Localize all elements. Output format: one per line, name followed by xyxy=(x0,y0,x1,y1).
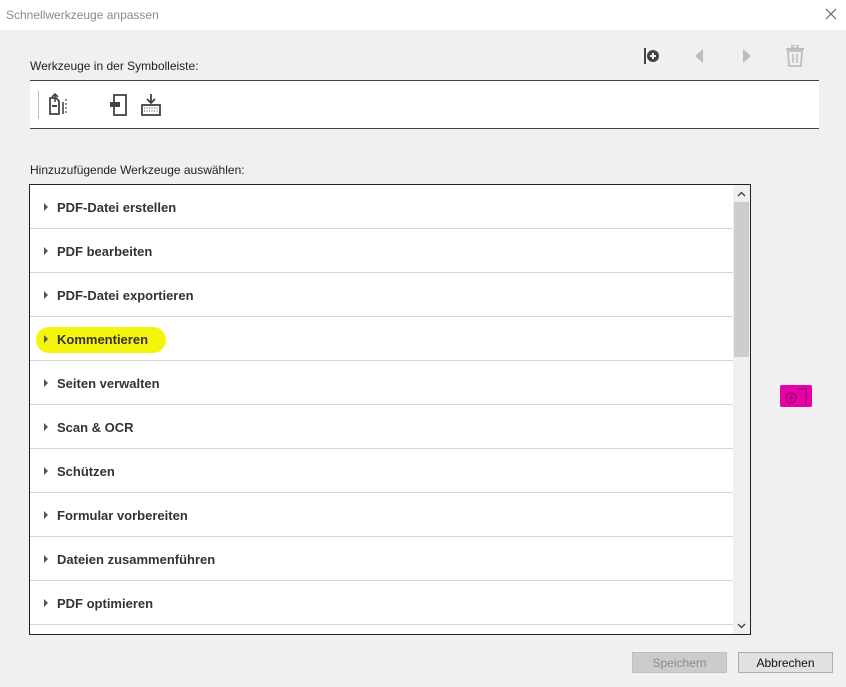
expand-caret-icon[interactable] xyxy=(44,511,48,519)
list-item-label: PDF-Datei erstellen xyxy=(57,200,177,215)
export-pdf-tool-icon[interactable] xyxy=(46,92,72,118)
list-item-pdf-exportieren[interactable]: PDF-Datei exportieren xyxy=(30,273,734,317)
move-left-icon[interactable] xyxy=(686,42,712,70)
list-item-pdf-bearbeiten[interactable]: PDF bearbeiten xyxy=(30,229,734,273)
list-item-label: Formular vorbereiten xyxy=(57,508,188,523)
list-item-scan-ocr[interactable]: Scan & OCR xyxy=(30,405,734,449)
window-title: Schnellwerkzeuge anpassen xyxy=(6,8,159,22)
vertical-scrollbar[interactable] xyxy=(733,185,750,634)
cancel-button[interactable]: Abbrechen xyxy=(738,652,833,673)
expand-caret-icon[interactable] xyxy=(44,467,48,475)
expand-caret-icon[interactable] xyxy=(44,555,48,563)
list-item-label: Dateien zusammenführen xyxy=(57,552,216,567)
close-icon[interactable] xyxy=(820,3,842,25)
list-item-dateien-zusammenfuehren[interactable]: Dateien zusammenführen xyxy=(30,537,734,581)
list-item-label: Kommentieren xyxy=(57,332,149,347)
select-section-label: Hinzuzufügende Werkzeuge auswählen: xyxy=(30,163,245,177)
list-item-pdf-optimieren[interactable]: PDF optimieren xyxy=(30,581,734,625)
expand-caret-icon[interactable] xyxy=(44,423,48,431)
tool-category-list[interactable]: PDF-Datei erstellen PDF bearbeiten PDF-D… xyxy=(29,184,751,635)
expand-caret-icon[interactable] xyxy=(44,247,48,255)
save-button[interactable]: Speichern xyxy=(632,652,727,673)
list-item-label: Seiten verwalten xyxy=(57,376,160,391)
list-items: PDF-Datei erstellen PDF bearbeiten PDF-D… xyxy=(30,185,734,625)
toolbar-tools-box xyxy=(30,80,819,129)
list-item-seiten-verwalten[interactable]: Seiten verwalten xyxy=(30,361,734,405)
toolbar-separator xyxy=(38,91,39,119)
expand-caret-icon[interactable] xyxy=(44,335,48,343)
expand-caret-icon[interactable] xyxy=(44,599,48,607)
expand-caret-icon[interactable] xyxy=(44,203,48,211)
scan-import-tool-icon[interactable] xyxy=(138,92,164,118)
list-item-formular-vorbereiten[interactable]: Formular vorbereiten xyxy=(30,493,734,537)
move-right-icon[interactable] xyxy=(734,42,760,70)
delete-icon[interactable] xyxy=(782,42,808,70)
list-item-label: Scan & OCR xyxy=(57,420,134,435)
list-item-label: PDF optimieren xyxy=(57,596,154,611)
toolbar-actions xyxy=(630,42,820,70)
scroll-down-icon[interactable] xyxy=(733,617,750,634)
title-bar: Schnellwerkzeuge anpassen xyxy=(0,0,846,30)
list-item-label: PDF-Datei exportieren xyxy=(57,288,194,303)
list-item-label: Schützen xyxy=(57,464,115,479)
add-to-toolbar-icon[interactable] xyxy=(780,384,812,408)
expand-caret-icon[interactable] xyxy=(44,291,48,299)
scroll-thumb[interactable] xyxy=(734,202,749,357)
scroll-up-icon[interactable] xyxy=(733,185,750,202)
list-item-schuetzen[interactable]: Schützen xyxy=(30,449,734,493)
list-item-label: PDF bearbeiten xyxy=(57,244,153,259)
add-separator-icon[interactable] xyxy=(638,42,664,70)
list-item-kommentieren[interactable]: Kommentieren xyxy=(30,317,734,361)
insert-page-tool-icon[interactable] xyxy=(106,92,132,118)
list-item-pdf-erstellen[interactable]: PDF-Datei erstellen xyxy=(30,185,734,229)
toolbar-section-label: Werkzeuge in der Symbolleiste: xyxy=(30,59,199,73)
expand-caret-icon[interactable] xyxy=(44,379,48,387)
